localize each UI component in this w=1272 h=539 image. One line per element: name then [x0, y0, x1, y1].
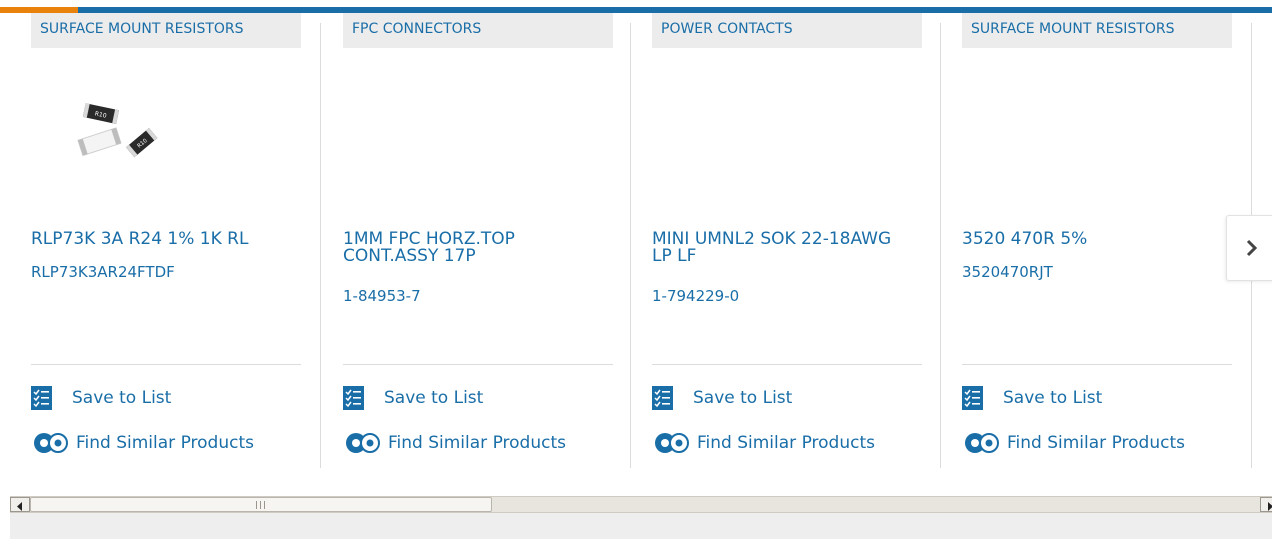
gears-icon — [34, 433, 68, 453]
card-divider-line — [343, 364, 613, 365]
product-card: SURFACE MOUNT RESISTORS R10 R10 RLP73K 3… — [0, 13, 310, 468]
product-title-link[interactable]: 3520 470R 5% — [962, 231, 1222, 248]
find-similar-products-button[interactable]: Find Similar Products — [652, 430, 875, 456]
scroll-right-button[interactable] — [1260, 497, 1272, 512]
horizontal-scrollbar[interactable] — [10, 496, 1272, 513]
chevron-right-icon — [1246, 239, 1257, 257]
carousel-next-button[interactable] — [1226, 215, 1272, 281]
part-number-link[interactable]: RLP73K3AR24FTDF — [31, 263, 175, 281]
bottom-panel — [10, 513, 1272, 539]
product-category-label[interactable]: SURFACE MOUNT RESISTORS — [31, 13, 301, 48]
product-title-link[interactable]: MINI UMNL2 SOK 22-18AWG LP LF — [652, 231, 912, 265]
part-number-link[interactable]: 3520470RJT — [962, 263, 1053, 281]
find-similar-products-button[interactable]: Find Similar Products — [962, 430, 1185, 456]
save-to-list-button[interactable]: Save to List — [343, 385, 483, 411]
product-category-label[interactable]: FPC CONNECTORS — [343, 13, 613, 48]
triangle-left-icon — [17, 502, 22, 511]
find-similar-products-label: Find Similar Products — [697, 433, 875, 453]
checklist-icon — [343, 386, 364, 410]
scroll-left-button[interactable] — [10, 497, 30, 512]
gears-icon — [346, 433, 380, 453]
save-to-list-label: Save to List — [693, 388, 793, 408]
scrollbar-thumb[interactable] — [30, 497, 492, 512]
find-similar-products-label: Find Similar Products — [1007, 433, 1185, 453]
save-to-list-button[interactable]: Save to List — [962, 385, 1102, 411]
find-similar-products-label: Find Similar Products — [388, 433, 566, 453]
scrollbar-grip-icon — [256, 501, 265, 509]
save-to-list-button[interactable]: Save to List — [31, 385, 171, 411]
part-number-link[interactable]: 1-794229-0 — [652, 287, 739, 305]
checklist-icon — [962, 386, 983, 410]
card-divider-line — [31, 364, 301, 365]
product-title-link[interactable]: 1MM FPC HORZ.TOP CONT.ASSY 17P — [343, 231, 603, 265]
part-number-link[interactable]: 1-84953-7 — [343, 287, 421, 305]
product-category-label[interactable]: SURFACE MOUNT RESISTORS — [962, 13, 1232, 48]
product-category-label[interactable]: POWER CONTACTS — [652, 13, 922, 48]
product-card: SURFACE MOUNT RESISTORS 3520 470R 5% 352… — [931, 13, 1241, 468]
find-similar-products-button[interactable]: Find Similar Products — [343, 430, 566, 456]
triangle-right-icon — [1268, 502, 1272, 511]
card-divider-line — [962, 364, 1232, 365]
product-card: POWER CONTACTS MINI UMNL2 SOK 22-18AWG L… — [621, 13, 931, 468]
checklist-icon — [652, 386, 673, 410]
resistor-product-image[interactable]: R10 R10 — [72, 103, 167, 165]
find-similar-products-label: Find Similar Products — [76, 433, 254, 453]
save-to-list-label: Save to List — [72, 388, 172, 408]
product-card: FPC CONNECTORS 1MM FPC HORZ.TOP CONT.ASS… — [312, 13, 622, 468]
save-to-list-label: Save to List — [1003, 388, 1103, 408]
product-title-link[interactable]: RLP73K 3A R24 1% 1K RL — [31, 231, 291, 248]
product-carousel: SURFACE MOUNT RESISTORS R10 R10 RLP73K 3… — [0, 13, 1272, 468]
save-to-list-label: Save to List — [384, 388, 484, 408]
card-divider-line — [652, 364, 922, 365]
find-similar-products-button[interactable]: Find Similar Products — [31, 430, 254, 456]
checklist-icon — [31, 386, 52, 410]
gears-icon — [655, 433, 689, 453]
gears-icon — [965, 433, 999, 453]
save-to-list-button[interactable]: Save to List — [652, 385, 792, 411]
